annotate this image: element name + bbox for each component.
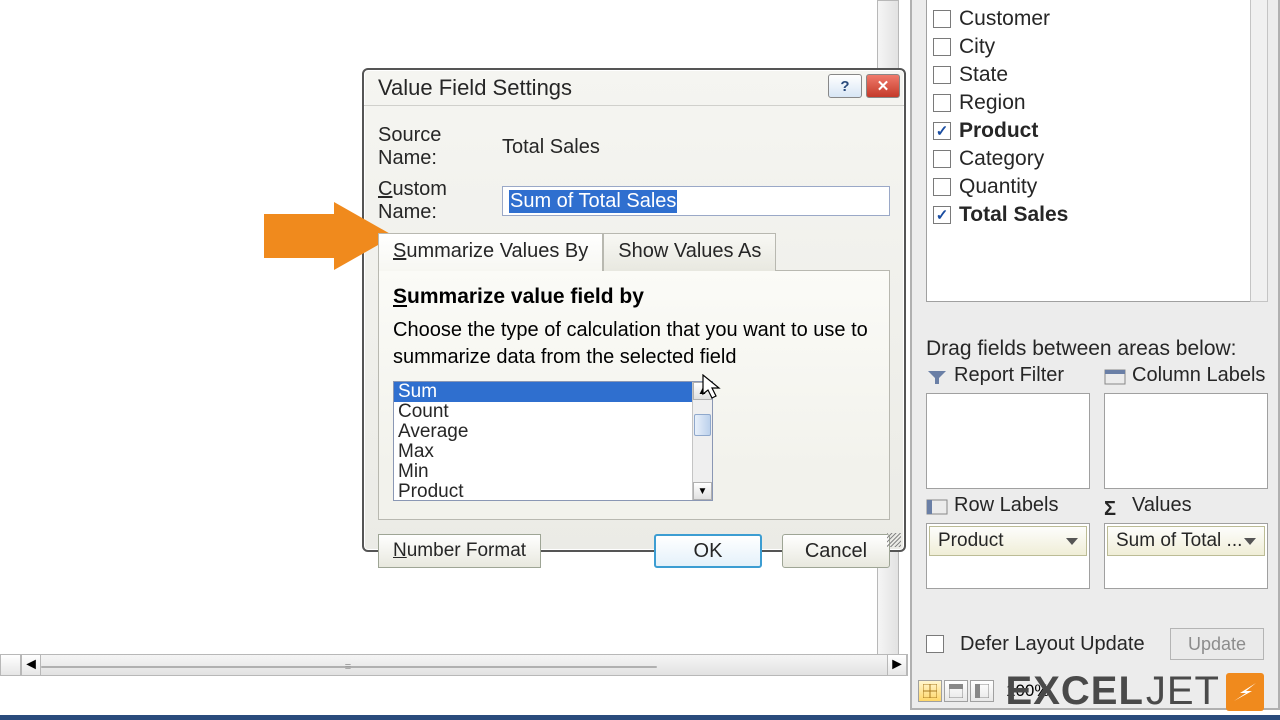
row-labels-dropzone[interactable]: Product: [926, 523, 1090, 589]
source-name-label: Source Name:: [378, 124, 502, 170]
summarize-section-title: Summarize value field by: [393, 285, 875, 309]
listbox-scrollbar[interactable]: ▲ ▼: [692, 382, 712, 500]
field-label[interactable]: State: [959, 63, 1008, 87]
area-title-row-labels: Row Labels: [954, 494, 1059, 517]
defer-label: Defer Layout Update: [960, 633, 1145, 656]
columns-icon: [1104, 368, 1126, 384]
resize-grip-icon[interactable]: [887, 533, 901, 547]
row-field-label: Product: [938, 530, 1003, 552]
checkbox-quantity[interactable]: [933, 178, 951, 196]
chevron-down-icon: [1244, 538, 1256, 545]
checkbox-state[interactable]: [933, 66, 951, 84]
filter-icon: [926, 368, 948, 384]
values-dropzone[interactable]: Sum of Total ...: [1104, 523, 1268, 589]
close-button[interactable]: ✕: [866, 74, 900, 98]
checkbox-region[interactable]: [933, 94, 951, 112]
checkbox-total-sales[interactable]: ✓: [933, 206, 951, 224]
calculation-listbox[interactable]: Sum Count Average Max Min Product ▲ ▼: [393, 381, 713, 501]
custom-name-input[interactable]: Sum of Total Sales: [502, 186, 890, 216]
tab-summarize-values-by[interactable]: Summarize Values By: [378, 233, 603, 271]
checkbox-defer-update[interactable]: [926, 635, 944, 653]
dialog-title: Value Field Settings: [378, 75, 572, 101]
worksheet-horizontal-scrollbar[interactable]: ◄ ≡ ►: [0, 654, 908, 676]
chevron-down-icon: [1066, 538, 1078, 545]
update-button: Update: [1170, 628, 1264, 660]
tab-show-values-as[interactable]: Show Values As: [603, 233, 776, 271]
row-field-product[interactable]: Product: [929, 526, 1087, 556]
pivottable-field-list-pane: Date Customer City State Region ✓ Produc…: [910, 0, 1280, 710]
checkbox-category[interactable]: [933, 150, 951, 168]
exceljet-logo: EXCELJET: [1006, 669, 1264, 714]
calc-option-product[interactable]: Product: [394, 482, 692, 500]
field-list-scrollbar[interactable]: [1250, 0, 1268, 302]
custom-name-value: Sum of Total Sales: [509, 190, 677, 213]
field-label[interactable]: Customer: [959, 7, 1050, 31]
field-list-box: Date Customer City State Region ✓ Produc…: [926, 0, 1252, 302]
bottom-accent-strip: [0, 715, 1280, 720]
tab-pane-summarize: Summarize value field by Choose the type…: [378, 270, 890, 520]
cancel-button[interactable]: Cancel: [782, 534, 890, 568]
calc-option-count[interactable]: Count: [394, 402, 692, 422]
calc-option-min[interactable]: Min: [394, 462, 692, 482]
field-label[interactable]: Region: [959, 91, 1026, 115]
values-field-label: Sum of Total ...: [1116, 530, 1242, 552]
scroll-right-arrow-icon[interactable]: ►: [887, 655, 907, 675]
layout-view-1[interactable]: [918, 680, 942, 702]
help-button[interactable]: ?: [828, 74, 862, 98]
layout-view-3[interactable]: [970, 680, 994, 702]
field-label[interactable]: Product: [959, 119, 1038, 143]
checkbox-city[interactable]: [933, 38, 951, 56]
scroll-left-arrow-icon[interactable]: ◄: [21, 655, 41, 675]
source-name-value: Total Sales: [502, 136, 600, 159]
values-field-sum-total[interactable]: Sum of Total ...: [1107, 526, 1265, 556]
brand-badge-icon: [1226, 673, 1264, 711]
scroll-up-arrow-icon[interactable]: ▲: [693, 382, 712, 400]
calc-option-average[interactable]: Average: [394, 422, 692, 442]
area-title-values: Values: [1132, 494, 1192, 517]
number-format-button[interactable]: Number Format: [378, 534, 541, 568]
calc-option-sum[interactable]: Sum: [394, 382, 692, 402]
summarize-description: Choose the type of calculation that you …: [393, 317, 875, 371]
custom-name-label: Custom Name:: [378, 178, 502, 224]
brand-text-jet: JET: [1146, 669, 1220, 714]
field-label[interactable]: City: [959, 35, 995, 59]
area-title-report-filter: Report Filter: [954, 364, 1064, 387]
drag-areas-label: Drag fields between areas below:: [926, 337, 1237, 361]
value-field-settings-dialog: Value Field Settings ? ✕ Source Name: To…: [362, 68, 906, 552]
field-label[interactable]: Quantity: [959, 175, 1037, 199]
rows-icon: [926, 498, 948, 514]
checkbox-customer[interactable]: [933, 10, 951, 28]
area-title-column-labels: Column Labels: [1132, 364, 1265, 387]
calc-option-max[interactable]: Max: [394, 442, 692, 462]
report-filter-dropzone[interactable]: [926, 393, 1090, 489]
layout-view-2[interactable]: [944, 680, 968, 702]
sigma-icon: Σ: [1104, 498, 1126, 514]
field-label[interactable]: Category: [959, 147, 1044, 171]
ok-button[interactable]: OK: [654, 534, 762, 568]
checkbox-product[interactable]: ✓: [933, 122, 951, 140]
field-label[interactable]: Total Sales: [959, 203, 1068, 227]
scroll-down-arrow-icon[interactable]: ▼: [693, 482, 712, 500]
column-labels-dropzone[interactable]: [1104, 393, 1268, 489]
field-label[interactable]: Date: [959, 0, 1003, 3]
brand-text-excel: EXCEL: [1006, 669, 1144, 714]
